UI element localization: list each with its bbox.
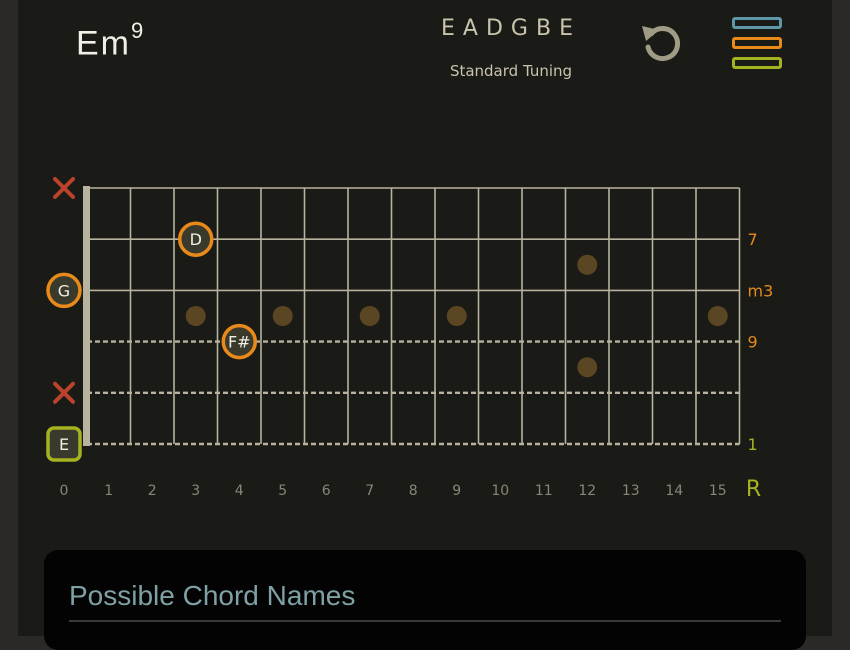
interval-label: m3	[748, 281, 774, 300]
fret-inlay-dot	[446, 306, 467, 326]
app-screen: Em9 EADGBE Standard Tuning 7 Gm3 9 E 1 D F# 0 1 2…	[18, 0, 832, 650]
interval-label: 7	[748, 230, 758, 249]
fret-number: 7	[365, 483, 374, 499]
fret-number: 2	[148, 483, 157, 499]
fret-number: 11	[535, 483, 553, 499]
fretted-note-label: D	[190, 230, 202, 249]
fret-inlay-dot	[185, 306, 206, 326]
fretted-note-label: F#	[228, 333, 251, 352]
fret-inlay-dot	[359, 306, 380, 326]
fret-inlay-dot	[272, 306, 293, 326]
fret-number: 12	[578, 483, 596, 499]
fret-number: 14	[665, 483, 683, 499]
fret-inlay-dot	[577, 357, 598, 378]
fret-number: 8	[409, 483, 418, 499]
fret-number: 9	[452, 483, 461, 499]
fretboard[interactable]: 7G m39E 1DF#0 1 2 3 4 5 6 7 8 9 10 11 12 13 14 15 R	[18, 0, 832, 520]
fret-number: 13	[622, 483, 640, 499]
panel-divider	[69, 620, 781, 622]
panel-title: Possible Chord Names	[69, 580, 356, 611]
open-string-note-label: G	[58, 281, 70, 300]
fret-number: 5	[278, 483, 287, 499]
fret-number: 15	[709, 483, 727, 499]
root-label: R	[746, 477, 761, 502]
fret-number: 6	[322, 483, 331, 499]
open-string-note-label: E	[59, 435, 69, 454]
nut	[83, 186, 90, 446]
chord-names-panel: Possible Chord Names	[44, 550, 806, 650]
fret-number: 0	[60, 483, 69, 499]
fret-inlay-dot	[577, 254, 598, 275]
interval-label: 9	[748, 333, 758, 352]
fret-inlay-dot	[707, 306, 728, 326]
fret-number: 10	[491, 483, 509, 499]
fret-number: 3	[191, 483, 200, 499]
interval-label: 1	[748, 435, 758, 454]
fret-number: 4	[235, 483, 244, 499]
fret-number: 1	[104, 483, 113, 499]
